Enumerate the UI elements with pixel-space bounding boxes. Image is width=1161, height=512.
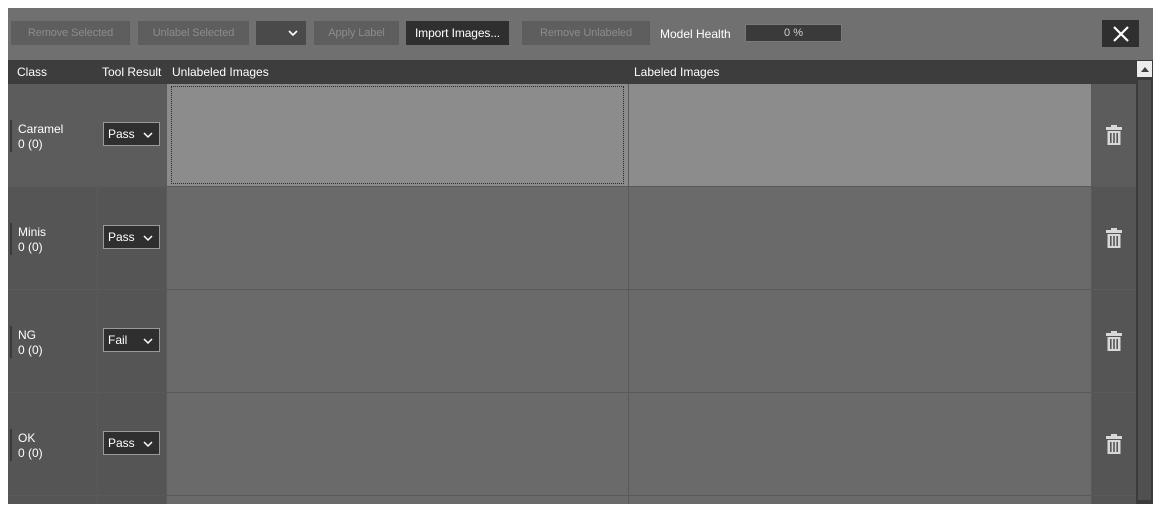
tool-result-value: Pass <box>108 230 135 244</box>
model-health-label: Model Health <box>660 27 731 41</box>
tool-result-value: Pass <box>108 436 135 450</box>
class-count: 0 (0) <box>18 240 43 254</box>
class-count: 0 (0) <box>18 446 43 460</box>
tool-result-cell <box>98 496 166 504</box>
trash-icon <box>1106 125 1122 145</box>
unlabeled-images-area[interactable] <box>167 187 628 289</box>
tool-result-cell: Fail <box>98 290 166 392</box>
class-name: NG <box>18 328 36 342</box>
class-count: 0 (0) <box>18 137 43 151</box>
labeled-images-area <box>629 496 1091 504</box>
delete-class-button[interactable] <box>1092 187 1136 289</box>
tool-result-value: Fail <box>108 333 128 347</box>
column-header-labeled-images[interactable]: Labeled Images <box>634 60 719 84</box>
delete-class-button[interactable] <box>1092 290 1136 392</box>
tool-result-cell: Pass <box>98 187 166 289</box>
apply-label-button[interactable]: Apply Label <box>314 21 399 45</box>
class-cell[interactable]: OK 0 (0) <box>8 393 97 495</box>
arrow-up-icon <box>1140 67 1149 72</box>
class-cell <box>8 496 97 504</box>
model-health-bar: 0 % <box>745 24 842 42</box>
delete-class-button[interactable] <box>1092 393 1136 495</box>
trash-icon <box>1106 228 1122 248</box>
class-count: 0 (0) <box>18 343 43 357</box>
scroll-up-button[interactable] <box>1137 61 1152 77</box>
table-row[interactable]: Minis 0 (0) Pass <box>8 187 1136 290</box>
class-cell[interactable]: Minis 0 (0) <box>8 187 97 289</box>
chevron-down-icon <box>143 441 153 448</box>
remove-unlabeled-button[interactable]: Remove Unlabeled <box>522 21 650 45</box>
labeling-dialog: Remove Selected Unlabel Selected Apply L… <box>8 8 1153 504</box>
unlabel-selected-button[interactable]: Unlabel Selected <box>138 21 249 45</box>
toolbar: Remove Selected Unlabel Selected Apply L… <box>8 8 1153 60</box>
column-header-class[interactable]: Class <box>17 60 47 84</box>
delete-cell <box>1092 496 1136 504</box>
tool-result-select[interactable]: Pass <box>103 225 160 249</box>
unlabeled-images-area[interactable] <box>167 393 628 495</box>
table-row[interactable]: Caramel 0 (0) Pass <box>8 84 1136 187</box>
column-header-tool-result[interactable]: Tool Result <box>102 60 161 84</box>
column-header-unlabeled-images[interactable]: Unlabeled Images <box>172 60 269 84</box>
class-name: OK <box>18 431 36 445</box>
scroll-thumb[interactable] <box>1138 80 1151 500</box>
focus-outline <box>171 86 624 184</box>
tool-result-select[interactable]: Pass <box>103 122 160 146</box>
tool-result-cell: Pass <box>98 84 166 186</box>
row-indicator <box>10 120 12 152</box>
trash-icon <box>1106 331 1122 351</box>
tool-result-value: Pass <box>108 127 135 141</box>
class-name: Minis <box>18 225 47 239</box>
row-indicator <box>10 429 12 461</box>
class-cell[interactable]: Caramel 0 (0) <box>8 84 97 186</box>
labeled-images-area[interactable] <box>629 290 1091 392</box>
labeled-images-area[interactable] <box>629 84 1091 186</box>
class-cell[interactable]: NG 0 (0) <box>8 290 97 392</box>
labeled-images-area[interactable] <box>629 187 1091 289</box>
table-header: Class Tool Result Unlabeled Images Label… <box>8 60 1136 84</box>
table-row[interactable]: OK 0 (0) Pass <box>8 393 1136 496</box>
chevron-down-icon <box>143 338 153 345</box>
chevron-down-icon <box>288 30 298 37</box>
delete-class-button[interactable] <box>1092 84 1136 186</box>
table-row-partial <box>8 496 1136 504</box>
close-icon <box>1112 25 1129 42</box>
row-indicator <box>10 326 12 358</box>
class-name: Caramel <box>18 122 64 136</box>
row-indicator <box>10 223 12 255</box>
close-button[interactable] <box>1102 20 1139 47</box>
label-select[interactable] <box>256 21 306 45</box>
chevron-down-icon <box>143 235 153 242</box>
trash-icon <box>1106 434 1122 454</box>
import-images-button[interactable]: Import Images... <box>406 21 509 45</box>
chevron-down-icon <box>143 132 153 139</box>
remove-selected-button[interactable]: Remove Selected <box>11 21 130 45</box>
tool-result-select[interactable]: Fail <box>103 328 160 352</box>
tool-result-cell: Pass <box>98 393 166 495</box>
tool-result-select[interactable]: Pass <box>103 431 160 455</box>
model-health-value: 0 % <box>784 27 803 39</box>
unlabeled-images-area[interactable] <box>167 84 628 186</box>
labeled-images-area[interactable] <box>629 393 1091 495</box>
unlabeled-images-area[interactable] <box>167 290 628 392</box>
table-row[interactable]: NG 0 (0) Fail <box>8 290 1136 393</box>
vertical-scrollbar[interactable] <box>1136 60 1153 504</box>
unlabeled-images-area <box>167 496 628 504</box>
